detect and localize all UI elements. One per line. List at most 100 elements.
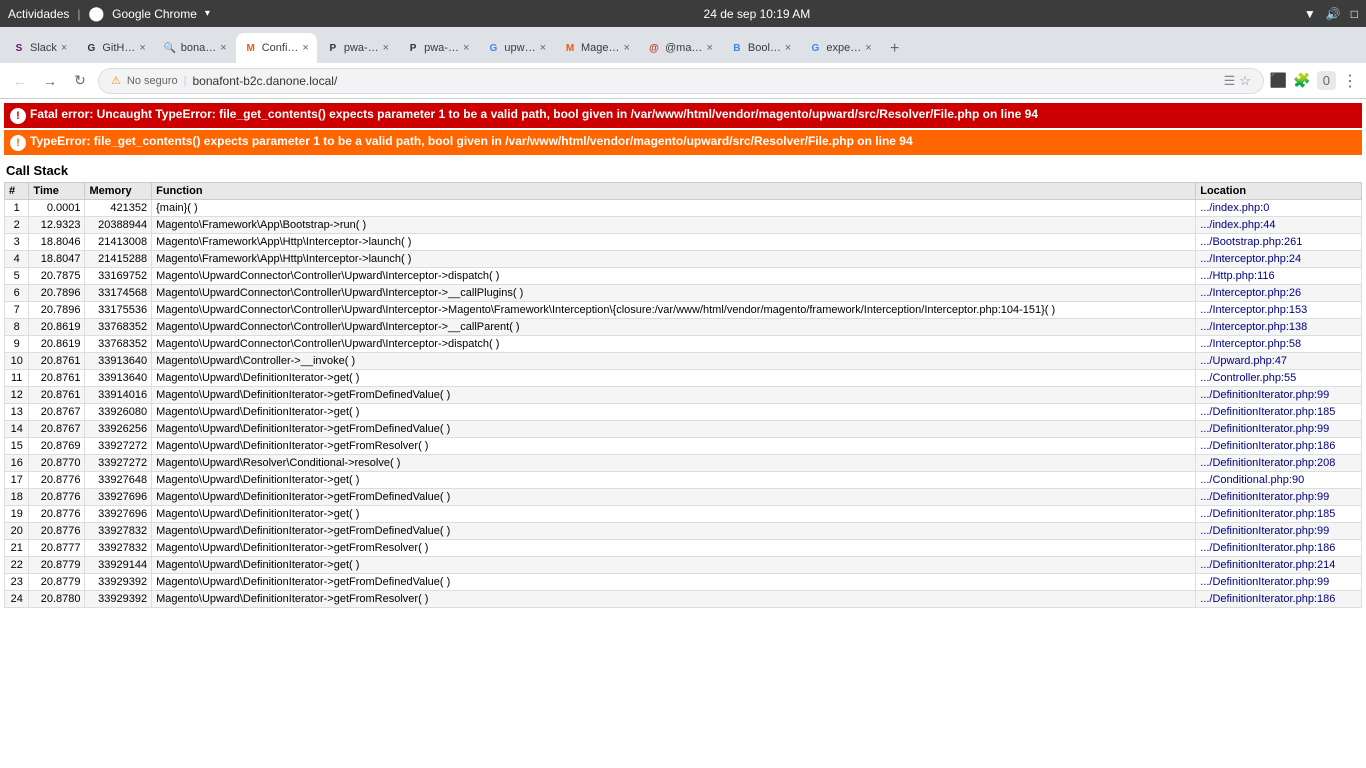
row-time: 20.7896 <box>29 285 85 302</box>
os-divider: | <box>77 7 80 21</box>
row-function: Magento\Upward\DefinitionIterator->getFr… <box>152 591 1196 608</box>
table-row: 520.787533169752Magento\UpwardConnector\… <box>5 268 1362 285</box>
fatal-error-bar: ! Fatal error: Uncaught TypeError: file_… <box>4 103 1362 128</box>
row-location: .../DefinitionIterator.php:99 <box>1196 421 1362 438</box>
table-row: 212.932320388944Magento\Framework\App\Bo… <box>5 217 1362 234</box>
row-num: 19 <box>5 506 29 523</box>
row-function: Magento\Upward\Controller->__invoke( ) <box>152 353 1196 370</box>
row-time: 20.8761 <box>29 370 85 387</box>
table-row: 2420.878033929392Magento\Upward\Definiti… <box>5 591 1362 608</box>
row-location: .../DefinitionIterator.php:99 <box>1196 523 1362 540</box>
table-row: 1320.876733926080Magento\Upward\Definiti… <box>5 404 1362 421</box>
type-error-bar: ! TypeError: file_get_contents() expects… <box>4 130 1362 155</box>
tab-11[interactable]: Gexpe…× <box>800 33 879 63</box>
tab-close-1[interactable]: × <box>61 42 67 54</box>
table-row: 2020.877633927832Magento\Upward\Definiti… <box>5 523 1362 540</box>
address-input[interactable]: ⚠ No seguro | bonafont-b2c.danone.local/… <box>98 68 1264 94</box>
tab-close-9[interactable]: × <box>706 42 712 54</box>
back-button[interactable]: ← <box>8 69 32 93</box>
row-location: .../DefinitionIterator.php:99 <box>1196 574 1362 591</box>
row-location: .../index.php:0 <box>1196 200 1362 217</box>
battery-icon: □ <box>1351 7 1358 21</box>
type-error-message: TypeError: file_get_contents() expects p… <box>30 134 913 148</box>
row-function: Magento\UpwardConnector\Controller\Upwar… <box>152 285 1196 302</box>
table-row: 620.789633174568Magento\UpwardConnector\… <box>5 285 1362 302</box>
new-tab-button[interactable]: + <box>881 35 909 63</box>
row-time: 20.8776 <box>29 472 85 489</box>
row-memory: 33926080 <box>85 404 152 421</box>
tab-8[interactable]: MMage…× <box>555 33 638 63</box>
row-location: .../DefinitionIterator.php:214 <box>1196 557 1362 574</box>
tab-close-5[interactable]: × <box>383 42 389 54</box>
table-row: 1720.877633927648Magento\Upward\Definiti… <box>5 472 1362 489</box>
row-time: 20.8770 <box>29 455 85 472</box>
tab-close-10[interactable]: × <box>785 42 791 54</box>
tab-label-7: upw… <box>504 42 535 54</box>
profile-icon[interactable]: 0 <box>1317 71 1336 90</box>
row-location: .../DefinitionIterator.php:186 <box>1196 438 1362 455</box>
row-num: 10 <box>5 353 29 370</box>
row-location: .../Interceptor.php:138 <box>1196 319 1362 336</box>
tab-close-7[interactable]: × <box>540 42 546 54</box>
row-num: 3 <box>5 234 29 251</box>
table-row: 2220.877933929144Magento\Upward\Definiti… <box>5 557 1362 574</box>
reader-icon[interactable]: ☰ <box>1224 73 1236 89</box>
table-row: 820.861933768352Magento\UpwardConnector\… <box>5 319 1362 336</box>
tab-favicon-2: G <box>84 41 98 55</box>
tab-favicon-8: M <box>563 41 577 55</box>
col-location: Location <box>1196 183 1362 200</box>
os-bar: Actividades | ⬤ Google Chrome ▾ 24 de se… <box>0 0 1366 27</box>
chrome-icon: ⬤ <box>89 5 105 22</box>
tab-2[interactable]: GGitH…× <box>76 33 153 63</box>
tab-close-2[interactable]: × <box>139 42 145 54</box>
row-num: 14 <box>5 421 29 438</box>
tab-close-11[interactable]: × <box>865 42 871 54</box>
tab-close-6[interactable]: × <box>463 42 469 54</box>
tab-5[interactable]: Ppwa-…× <box>318 33 397 63</box>
activities-label[interactable]: Actividades <box>8 7 69 21</box>
row-time: 20.7896 <box>29 302 85 319</box>
tab-close-8[interactable]: × <box>624 42 630 54</box>
table-row: 10.0001421352{main}( ).../index.php:0 <box>5 200 1362 217</box>
forward-button[interactable]: → <box>38 69 62 93</box>
row-memory: 33927696 <box>85 506 152 523</box>
col-#: # <box>5 183 29 200</box>
tab-9[interactable]: @@ma…× <box>639 33 721 63</box>
cast-icon[interactable]: ⬛ <box>1270 72 1287 89</box>
tab-close-3[interactable]: × <box>220 42 226 54</box>
bookmark-icon[interactable]: ☆ <box>1239 73 1251 89</box>
row-function: Magento\Framework\App\Bootstrap->run( ) <box>152 217 1196 234</box>
row-function: Magento\Framework\App\Http\Interceptor->… <box>152 251 1196 268</box>
callstack-table: #TimeMemoryFunctionLocation 10.000142135… <box>4 182 1362 608</box>
tab-favicon-10: B <box>730 41 744 55</box>
tab-close-4[interactable]: × <box>302 42 308 54</box>
tab-3[interactable]: 🔍bona…× <box>155 33 235 63</box>
row-memory: 33929392 <box>85 574 152 591</box>
tab-1[interactable]: SSlack× <box>4 33 75 63</box>
row-memory: 33927648 <box>85 472 152 489</box>
row-function: Magento\Upward\DefinitionIterator->get( … <box>152 506 1196 523</box>
row-num: 4 <box>5 251 29 268</box>
tab-10[interactable]: BBool…× <box>722 33 799 63</box>
security-label: No seguro <box>127 75 178 87</box>
chrome-dropdown-icon[interactable]: ▾ <box>205 8 210 19</box>
tab-favicon-3: 🔍 <box>163 41 177 55</box>
row-num: 23 <box>5 574 29 591</box>
table-row: 2320.877933929392Magento\Upward\Definiti… <box>5 574 1362 591</box>
table-row: 1020.876133913640Magento\Upward\Controll… <box>5 353 1362 370</box>
row-function: Magento\Upward\DefinitionIterator->get( … <box>152 370 1196 387</box>
row-memory: 421352 <box>85 200 152 217</box>
row-function: Magento\Upward\DefinitionIterator->get( … <box>152 557 1196 574</box>
row-num: 7 <box>5 302 29 319</box>
tab-favicon-7: G <box>486 41 500 55</box>
row-function: Magento\UpwardConnector\Controller\Upwar… <box>152 319 1196 336</box>
row-time: 20.8761 <box>29 353 85 370</box>
tab-7[interactable]: Gupw… × <box>478 33 554 63</box>
table-row: 2120.877733927832Magento\Upward\Definiti… <box>5 540 1362 557</box>
row-num: 8 <box>5 319 29 336</box>
extensions-icon[interactable]: 🧩 <box>1293 72 1310 89</box>
tab-6[interactable]: Ppwa-…× <box>398 33 477 63</box>
reload-button[interactable]: ↻ <box>68 69 92 93</box>
menu-icon[interactable]: ⋮ <box>1342 71 1358 91</box>
tab-4[interactable]: MConfi…× <box>236 33 317 63</box>
